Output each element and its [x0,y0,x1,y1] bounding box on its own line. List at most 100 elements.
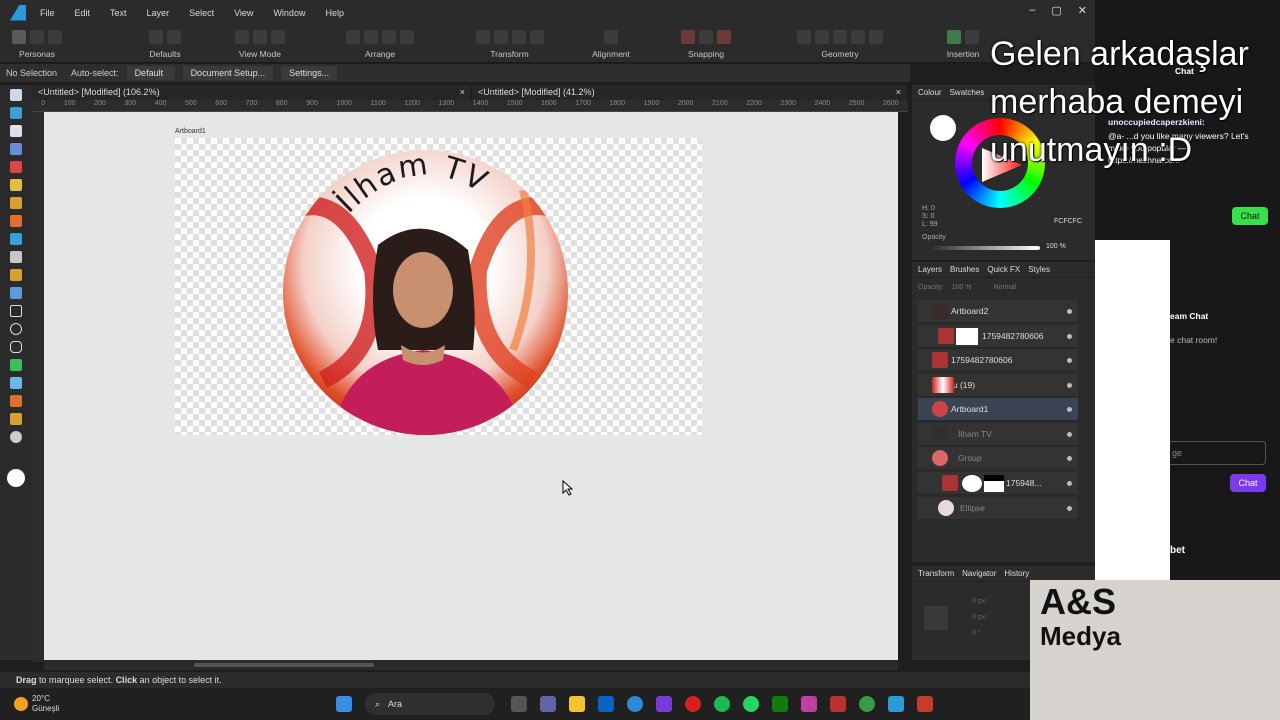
layer-row[interactable]: 175948... [918,472,1078,495]
weather-widget[interactable]: 20°C Güneşli [0,694,70,714]
rotation-value[interactable]: 0 ° [972,626,985,642]
edge-icon[interactable] [627,696,643,712]
xbox-icon[interactable] [772,696,788,712]
taskbar-search[interactable]: ⌕ Ara [365,693,495,715]
move-tool-icon[interactable] [10,89,22,101]
menu-help[interactable]: Help [325,8,344,18]
primary-colour-swatch[interactable] [930,115,956,141]
visibility-dot[interactable] [1067,407,1072,412]
tab-navigator[interactable]: Navigator [962,569,996,578]
point-transform-icon[interactable] [10,143,22,155]
crop-tool-icon[interactable] [10,413,22,425]
visibility-dot[interactable] [1067,358,1072,363]
pixel-persona-icon[interactable] [30,30,44,44]
shape-tool-icon[interactable] [10,359,22,371]
visibility-dot[interactable] [1067,432,1072,437]
paint-brush-icon[interactable] [10,269,22,281]
chat-input[interactable]: ge [1170,441,1266,465]
place-image-icon[interactable] [10,287,22,299]
sync-defaults-icon[interactable] [167,30,181,44]
mail-icon[interactable] [656,696,672,712]
tab-document-2[interactable]: <Untitled> [Modified] (41.2%) × [472,85,908,100]
file-explorer-icon[interactable] [569,696,585,712]
layer-row[interactable]: Artboard1 [918,398,1078,421]
visibility-dot[interactable] [1067,506,1072,511]
layer-row[interactable]: İlham TV [918,423,1078,446]
app-icon[interactable] [830,696,846,712]
affinity-designer-icon[interactable] [888,696,904,712]
tab-brushes[interactable]: Brushes [950,265,979,274]
snapping-group[interactable]: Snapping [668,28,744,59]
insertion-group[interactable]: Insertion [935,28,991,59]
tab-transform[interactable]: Transform [918,569,954,578]
export-persona-icon[interactable] [48,30,62,44]
teams-icon[interactable] [540,696,556,712]
horizontal-scrollbar[interactable] [44,660,898,670]
rectangle-tool-icon[interactable] [10,305,22,317]
settings-button[interactable]: Settings... [281,66,338,80]
corner-tool-icon[interactable] [10,161,22,173]
instagram-icon[interactable] [801,696,817,712]
app-icon-2[interactable] [917,696,933,712]
start-icon[interactable] [336,696,352,712]
tab-swatches[interactable]: Swatches [950,88,985,97]
view-mode-icon-3[interactable] [271,30,285,44]
hex-value[interactable]: FCFCFC [1054,218,1082,225]
outlook-icon[interactable] [598,696,614,712]
pencil-tool-icon[interactable] [10,197,22,209]
text-tool-icon[interactable] [10,377,22,389]
geometry-group[interactable]: Geometry [780,28,900,59]
view-mode-icon-2[interactable] [253,30,267,44]
menu-select[interactable]: Select [189,8,214,18]
visibility-dot[interactable] [1067,334,1072,339]
visibility-dot[interactable] [1067,309,1072,314]
minimize-icon[interactable]: – [1029,4,1035,17]
chat-send-button[interactable]: Chat [1232,207,1268,225]
tab-close-icon[interactable]: × [896,85,901,100]
x-value[interactable]: 0 px [972,594,985,610]
snapping-magnet-icon[interactable] [681,30,695,44]
visibility-dot[interactable] [1067,383,1072,388]
pen-tool-icon[interactable] [10,179,22,191]
fill-tool-icon[interactable] [10,233,22,245]
tab-layers[interactable]: Layers [918,265,942,274]
view-mode-icon-1[interactable] [235,30,249,44]
whatsapp-icon[interactable] [743,696,759,712]
designer-persona-icon[interactable] [12,30,26,44]
document-setup-button[interactable]: Document Setup... [182,66,274,80]
spotify-icon[interactable] [714,696,730,712]
chrome-icon[interactable] [859,696,875,712]
node-tool-icon[interactable] [10,125,22,137]
maximize-icon[interactable]: ▢ [1051,4,1061,17]
menu-view[interactable]: View [234,8,253,18]
tab-history[interactable]: History [1004,569,1029,578]
layer-row[interactable]: 1759482780606 [918,325,1078,348]
opacity-slider[interactable] [930,246,1040,250]
visibility-dot[interactable] [1067,456,1072,461]
transform-group[interactable]: Transform [462,28,557,59]
zoom-tool-icon[interactable] [10,431,22,443]
view-mode-group[interactable]: View Mode [225,28,295,59]
arrange-group[interactable]: Arrange [335,28,425,59]
anchor-selector[interactable] [924,606,948,630]
autoselect-dropdown[interactable]: Default [126,66,175,80]
menu-window[interactable]: Window [273,8,305,18]
vector-brush-icon[interactable] [10,215,22,227]
defaults-group[interactable]: Defaults [140,28,190,59]
layer-row[interactable]: Group [918,447,1078,470]
chat-send-button-2[interactable]: Chat [1230,474,1266,492]
curved-text[interactable]: İlham TV [283,140,568,240]
layer-row[interactable]: Artboard2 [918,300,1078,323]
y-value[interactable]: 0 px [972,610,985,626]
transparency-tool-icon[interactable] [10,251,22,263]
ellipse-tool-icon[interactable] [10,323,22,335]
layer-row[interactable]: ju (19) [918,374,1078,397]
artboard-label[interactable]: Artboard1 [175,128,206,135]
alignment-group[interactable]: Alignment [585,28,637,59]
blend-mode-dropdown[interactable]: Normal [994,284,1017,291]
fill-colour-swatch[interactable] [7,469,25,487]
personas-group[interactable]: Personas [8,28,66,59]
layer-opacity-value[interactable]: 100 % [952,284,972,291]
task-view-icon[interactable] [511,696,527,712]
tab-styles[interactable]: Styles [1028,265,1050,274]
